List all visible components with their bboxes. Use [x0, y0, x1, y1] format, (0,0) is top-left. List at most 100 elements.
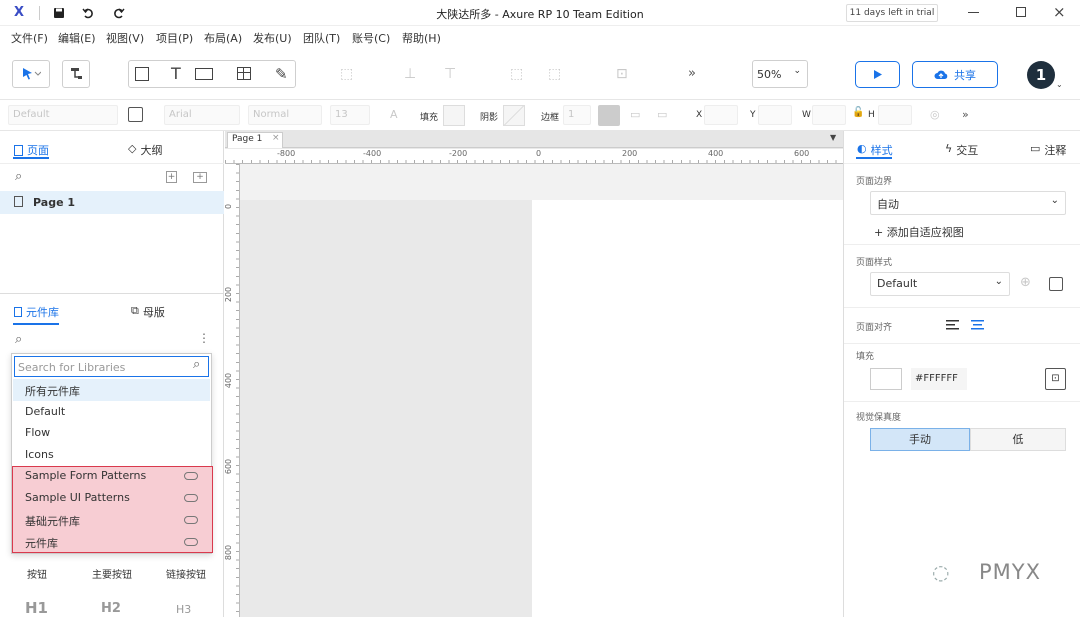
- insert-tools-group: T ✎: [128, 60, 296, 88]
- more-tools-icon[interactable]: »: [688, 66, 696, 81]
- font-select[interactable]: Arial: [164, 105, 240, 125]
- library-item-form-patterns[interactable]: Sample Form Patterns: [25, 469, 146, 482]
- pen-tool-icon[interactable]: ✎: [275, 65, 288, 83]
- page-item-label: Page 1: [33, 196, 76, 209]
- style-edit-icon[interactable]: [128, 107, 143, 122]
- add-page-icon[interactable]: +: [166, 171, 177, 183]
- share-button[interactable]: 共享: [912, 61, 998, 88]
- library-item-all[interactable]: 所有元件库: [25, 383, 80, 399]
- fill-swatch[interactable]: [443, 105, 465, 126]
- tab-libraries[interactable]: 元件库: [14, 304, 59, 320]
- tab-notes-label: 注释: [1044, 144, 1067, 157]
- w-field[interactable]: [812, 105, 846, 125]
- font-size-select[interactable]: 13: [330, 105, 370, 125]
- widget-h2[interactable]: H2: [101, 601, 121, 616]
- table-tool-icon[interactable]: [237, 67, 251, 80]
- tab-outline[interactable]: ◇ 大纲: [128, 142, 162, 158]
- lock-ratio-icon[interactable]: 🔓: [852, 107, 864, 118]
- menu-arrange[interactable]: 布局(A): [204, 30, 242, 46]
- maximize-icon[interactable]: [1016, 7, 1026, 17]
- fill-color-swatch[interactable]: [870, 368, 902, 390]
- tab-interactions[interactable]: ϟ 交互: [945, 142, 978, 158]
- select-tool-button[interactable]: [12, 60, 50, 88]
- shadow-swatch[interactable]: [503, 105, 525, 126]
- minimize-icon[interactable]: [968, 12, 979, 13]
- tab-style[interactable]: ◐ 样式: [857, 142, 893, 158]
- field-tool-icon[interactable]: [195, 68, 213, 80]
- add-adaptive-view-link[interactable]: + 添加自适应视图: [874, 224, 964, 240]
- avatar[interactable]: 1: [1027, 61, 1055, 89]
- widget-primary-button[interactable]: 主要按钮: [92, 566, 132, 581]
- menu-account[interactable]: 账号(C): [352, 30, 390, 46]
- library-item-icons[interactable]: Icons: [25, 448, 54, 461]
- tab-notes[interactable]: ▭ 注释: [1030, 142, 1066, 158]
- close-tab-icon[interactable]: ×: [272, 133, 280, 143]
- library-search-input[interactable]: Search for Libraries ⌕: [14, 356, 209, 377]
- menu-team[interactable]: 团队(T): [303, 30, 340, 46]
- menu-help[interactable]: 帮助(H): [402, 30, 441, 46]
- x-field[interactable]: [704, 105, 738, 125]
- chevron-down-icon[interactable]: ⌄: [1056, 80, 1063, 89]
- y-label: Y: [750, 110, 756, 120]
- caret-down-icon[interactable]: ▼: [830, 133, 836, 142]
- ruler-tick-label: -200: [449, 149, 468, 158]
- page-icon: [14, 144, 23, 156]
- page-item[interactable]: Page 1: [0, 191, 224, 214]
- page-style-select[interactable]: Default ⌄: [870, 272, 1010, 296]
- menu-publish[interactable]: 发布(U): [253, 30, 292, 46]
- menu-project[interactable]: 项目(P): [156, 30, 193, 46]
- preview-button[interactable]: [855, 61, 900, 88]
- trial-badge[interactable]: 11 days left in trial: [846, 4, 938, 22]
- more-options-icon[interactable]: ⋮: [198, 331, 210, 345]
- fill-color-field[interactable]: #FFFFFF: [911, 368, 967, 390]
- search-icon[interactable]: ⌕: [15, 169, 22, 184]
- font-weight-select[interactable]: Normal: [248, 105, 322, 125]
- widget-h1[interactable]: H1: [25, 599, 48, 617]
- right-panel: ◐ 样式 ϟ 交互 ▭ 注释 页面边界 自动 ⌄ + 添加自适应视图 页面样式 …: [843, 131, 1080, 617]
- y-field[interactable]: [758, 105, 792, 125]
- library-item-widgets[interactable]: 元件库: [25, 535, 58, 551]
- tab-masters[interactable]: ⧉ 母版: [131, 304, 165, 320]
- border-width-field[interactable]: 1: [563, 105, 591, 125]
- search-icon[interactable]: ⌕: [15, 332, 22, 347]
- widget-link-button[interactable]: 链接按钮: [166, 566, 206, 581]
- fill-image-icon[interactable]: ⊡: [1045, 368, 1066, 390]
- widget-button[interactable]: 按钮: [27, 566, 47, 581]
- widget-h3[interactable]: H3: [176, 603, 191, 616]
- add-folder-icon[interactable]: +: [193, 172, 207, 183]
- lightning-icon: ϟ: [945, 142, 953, 155]
- reset-style-icon[interactable]: ⊕: [1020, 275, 1031, 290]
- connector-tool-button[interactable]: [62, 60, 90, 88]
- edit-style-icon[interactable]: [1049, 277, 1063, 291]
- library-item-default[interactable]: Default: [25, 405, 65, 418]
- more-style-icon[interactable]: »: [962, 108, 969, 121]
- tab-pages[interactable]: 页面: [14, 142, 49, 158]
- align-center-icon[interactable]: [971, 320, 984, 330]
- rectangle-icon[interactable]: [135, 67, 149, 81]
- canvas-area[interactable]: Page 1 × ▼ -800 -400 -200 0 200 400 600 …: [224, 131, 843, 617]
- h-field[interactable]: [878, 105, 912, 125]
- page-canvas[interactable]: [532, 200, 843, 617]
- active-tab-indicator: [13, 157, 49, 159]
- fidelity-low-button[interactable]: 低: [970, 428, 1066, 451]
- zoom-select[interactable]: 50% ⌄: [752, 60, 808, 88]
- page-tab[interactable]: Page 1 ×: [227, 132, 283, 148]
- search-icon: ⌕: [193, 357, 201, 372]
- horizontal-ruler: -800 -400 -200 0 200 400 600: [225, 149, 843, 164]
- w-label: W: [802, 110, 811, 120]
- library-item-basic[interactable]: 基础元件库: [25, 513, 80, 529]
- menu-view[interactable]: 视图(V): [106, 30, 144, 46]
- close-icon[interactable]: ×: [1053, 3, 1066, 21]
- fidelity-manual-button[interactable]: 手动: [870, 428, 970, 451]
- library-item-ui-patterns[interactable]: Sample UI Patterns: [25, 491, 130, 504]
- menu-edit[interactable]: 编辑(E): [58, 30, 96, 46]
- page-dimension-value: 自动: [877, 198, 899, 211]
- style-select[interactable]: Default: [8, 105, 118, 125]
- cloud-icon: [184, 538, 198, 546]
- border-color-swatch[interactable]: [598, 105, 620, 126]
- library-item-flow[interactable]: Flow: [25, 426, 50, 439]
- align-left-icon[interactable]: [946, 320, 959, 330]
- page-dimension-select[interactable]: 自动 ⌄: [870, 191, 1066, 215]
- text-tool-icon[interactable]: T: [171, 64, 181, 83]
- menu-file[interactable]: 文件(F): [11, 30, 48, 46]
